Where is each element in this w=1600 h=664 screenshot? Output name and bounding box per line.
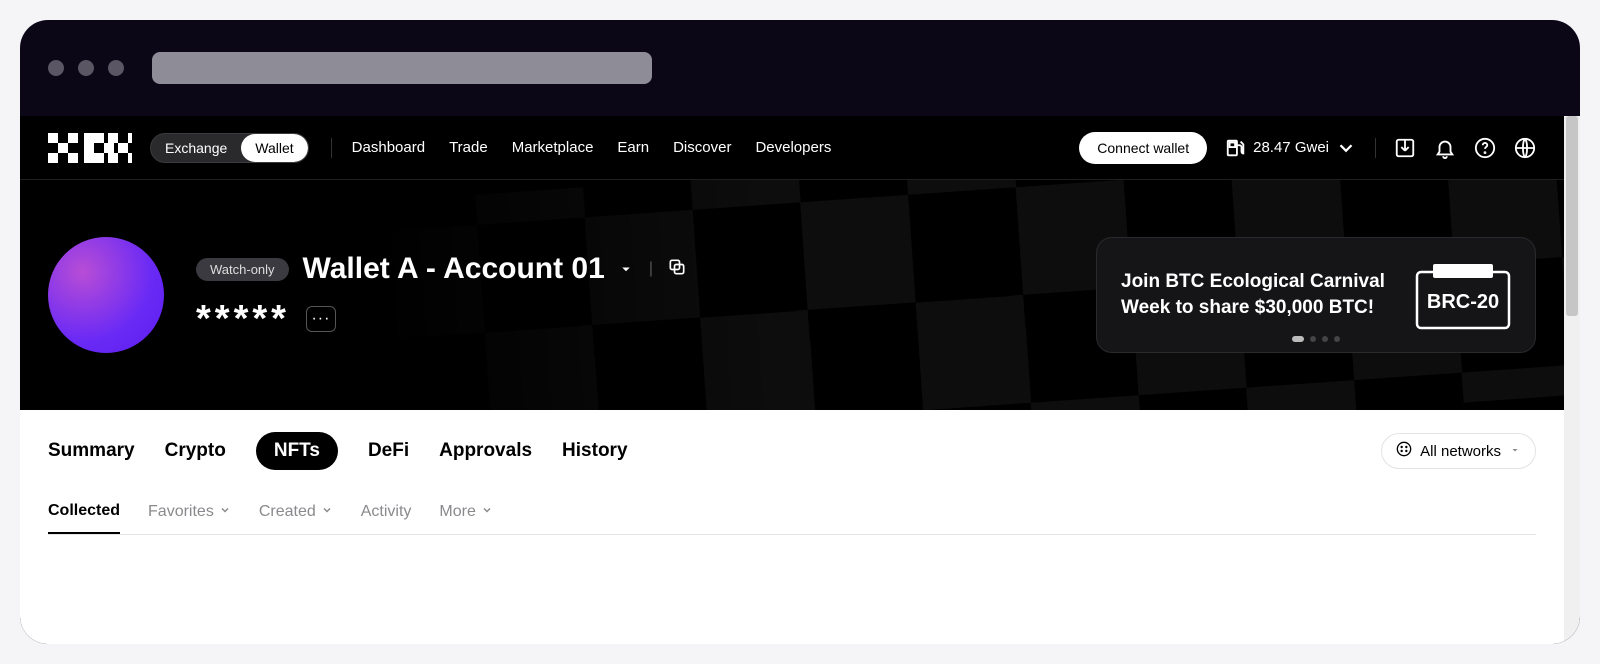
download-icon[interactable] [1394,137,1416,159]
tab-summary[interactable]: Summary [48,440,135,462]
nav-developers[interactable]: Developers [755,139,831,156]
chevron-down-icon [1335,137,1357,159]
gas-value: 28.47 Gwei [1253,139,1329,156]
balance-masked: ***** [196,300,290,338]
connect-wallet-button[interactable]: Connect wallet [1079,132,1207,164]
mode-toggle: Exchange Wallet [150,133,309,163]
nav-dashboard[interactable]: Dashboard [352,139,425,156]
traffic-minimize[interactable] [78,60,94,76]
browser-window: Exchange Wallet Dashboard Trade Marketpl… [20,20,1580,644]
mode-wallet-button[interactable]: Wallet [241,134,307,162]
subtab-collected[interactable]: Collected [48,494,120,534]
account-row: Watch-only Wallet A - Account 01 | [196,252,687,286]
separator: | [649,260,653,278]
globe-icon[interactable] [1514,137,1536,159]
chevron-down-icon [481,503,493,521]
subtabs-container: Collected Favorites Created Activity Mor… [20,488,1564,535]
promo-card[interactable]: Join BTC Ecological Carnival Week to sha… [1096,237,1536,353]
chevron-down-icon [1509,443,1521,460]
content-area [20,535,1564,644]
balance-row: ***** ··· [196,300,687,338]
nav-separator [331,138,332,158]
traffic-lights [48,60,124,76]
nav-separator [1375,138,1376,158]
app-content: Exchange Wallet Dashboard Trade Marketpl… [20,116,1564,644]
topnav-right: Connect wallet 28.47 Gwei [1079,132,1536,164]
promo-text: Join BTC Ecological Carnival Week to sha… [1121,269,1393,320]
nav-marketplace[interactable]: Marketplace [512,139,594,156]
subtab-favorites[interactable]: Favorites [148,495,231,533]
chevron-down-icon [617,252,635,286]
browser-chrome [20,20,1580,116]
network-label: All networks [1420,443,1501,460]
subtab-created[interactable]: Created [259,495,333,533]
tabbar-right: All networks [1381,433,1536,469]
chevron-down-icon [321,503,333,521]
subtab-activity[interactable]: Activity [361,495,412,533]
address-bar[interactable] [152,52,652,84]
mode-exchange-button[interactable]: Exchange [151,134,241,162]
subtab-more[interactable]: More [439,495,492,533]
account-selector[interactable]: Wallet A - Account 01 [303,252,635,286]
nav-trade[interactable]: Trade [449,139,488,156]
main-nav: Dashboard Trade Marketplace Earn Discove… [352,139,832,156]
nav-discover[interactable]: Discover [673,139,731,156]
help-icon[interactable] [1474,137,1496,159]
traffic-maximize[interactable] [108,60,124,76]
subtab-label: Created [259,503,316,521]
svg-text:BRC-20: BRC-20 [1427,291,1499,313]
okx-logo[interactable] [48,133,132,163]
account-name-label: Wallet A - Account 01 [303,252,605,286]
network-selector[interactable]: All networks [1381,433,1536,469]
tabbar: Summary Crypto NFTs DeFi Approvals Histo… [20,410,1564,488]
chevron-down-icon [219,503,231,521]
copy-icon[interactable] [667,257,687,282]
subtabs: Collected Favorites Created Activity Mor… [48,494,1536,535]
scrollbar[interactable] [1564,116,1580,644]
watch-only-badge: Watch-only [196,258,289,281]
tab-defi[interactable]: DeFi [368,440,409,462]
account-info: Watch-only Wallet A - Account 01 | [196,252,687,338]
subtab-label: More [439,503,475,521]
more-actions-button[interactable]: ··· [306,306,336,332]
tab-history[interactable]: History [562,440,627,462]
topnav: Exchange Wallet Dashboard Trade Marketpl… [20,116,1564,180]
gas-pump-icon [1225,137,1247,159]
promo-pagination[interactable] [1292,336,1340,342]
tabs: Summary Crypto NFTs DeFi Approvals Histo… [48,432,628,470]
traffic-close[interactable] [48,60,64,76]
promo-badge: BRC-20 [1415,260,1511,330]
account-hero: Watch-only Wallet A - Account 01 | [20,180,1564,410]
network-grid-icon [1396,441,1412,461]
scrollbar-thumb[interactable] [1566,116,1578,316]
tab-crypto[interactable]: Crypto [165,440,226,462]
app-frame: Exchange Wallet Dashboard Trade Marketpl… [20,116,1580,644]
bell-icon[interactable] [1434,137,1456,159]
nav-earn[interactable]: Earn [617,139,649,156]
subtab-label: Favorites [148,503,214,521]
gas-indicator[interactable]: 28.47 Gwei [1225,137,1357,159]
tab-approvals[interactable]: Approvals [439,440,532,462]
avatar[interactable] [48,237,164,353]
tab-nfts[interactable]: NFTs [256,432,338,470]
